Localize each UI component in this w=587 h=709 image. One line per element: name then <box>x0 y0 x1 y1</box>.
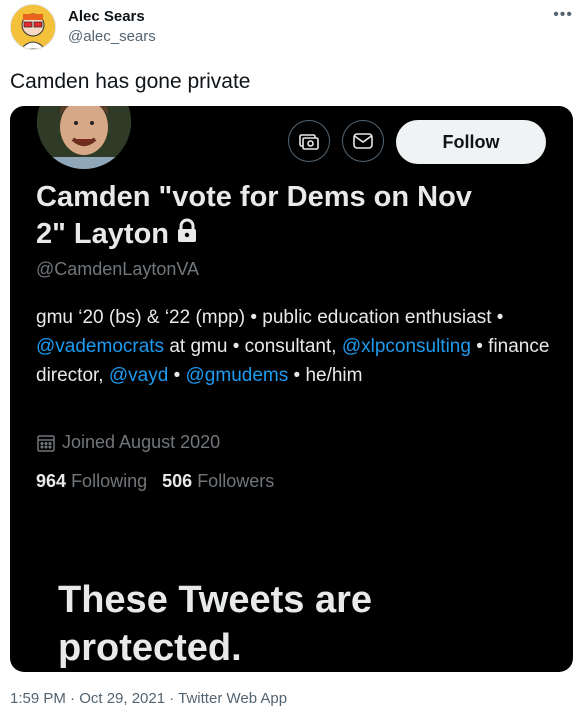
tweet-metadata[interactable]: 1:59 PM · Oct 29, 2021 · Twitter Web App <box>10 690 287 707</box>
tweet-text: Camden has gone private <box>10 70 251 93</box>
profile-handle: @CamdenLaytonVA <box>36 259 200 279</box>
bio-text: • <box>168 365 186 386</box>
lock-icon <box>175 217 199 254</box>
followers-label: Followers <box>197 471 275 491</box>
follow-button[interactable]: Follow <box>396 120 546 164</box>
mention-link[interactable]: @gmudems <box>186 365 289 386</box>
follow-stats: 964 Following 506 Followers <box>36 471 274 492</box>
joined-date: Joined August 2020 <box>36 432 220 453</box>
tweet-header: Alec Sears @alec_sears ••• <box>0 0 587 60</box>
profile-bio: gmu ‘20 (bs) & ‘22 (mpp) • public educat… <box>36 303 556 390</box>
followers-link[interactable]: 506 Followers <box>162 471 274 491</box>
message-icon[interactable] <box>342 120 384 162</box>
profile-display-name: Camden "vote for Dems on Nov 2" Layton <box>36 179 536 254</box>
bio-text: gmu ‘20 (bs) & ‘22 (mpp) • public educat… <box>36 307 504 328</box>
author-avatar[interactable] <box>10 4 56 50</box>
author-handle[interactable]: @alec_sears <box>68 28 156 45</box>
bio-text: • he/him <box>288 365 363 386</box>
embedded-profile-screenshot: Follow Camden "vote for Dems on Nov 2" L… <box>10 106 573 672</box>
protected-tweets-message: These Tweets are protected. <box>58 579 373 669</box>
ellipsis-icon[interactable]: ••• <box>553 6 573 24</box>
author-name[interactable]: Alec Sears <box>68 8 145 25</box>
following-count: 964 <box>36 471 67 491</box>
following-link[interactable]: 964 Following <box>36 471 147 491</box>
mention-link[interactable]: @xlpconsulting <box>342 336 471 357</box>
mention-link[interactable]: @vayd <box>109 365 168 386</box>
profile-name-line2: 2" Layton <box>36 218 169 250</box>
joined-label: Joined August 2020 <box>62 432 221 452</box>
profile-avatar <box>34 106 134 172</box>
following-label: Following <box>71 471 148 491</box>
followers-count: 506 <box>162 471 193 491</box>
mention-link[interactable]: @vademocrats <box>36 336 164 357</box>
bio-text: at gmu • consultant, <box>164 336 342 357</box>
calendar-icon <box>36 433 56 453</box>
money-icon[interactable] <box>288 120 330 162</box>
profile-name-line1: Camden "vote for Dems on Nov <box>36 181 472 213</box>
